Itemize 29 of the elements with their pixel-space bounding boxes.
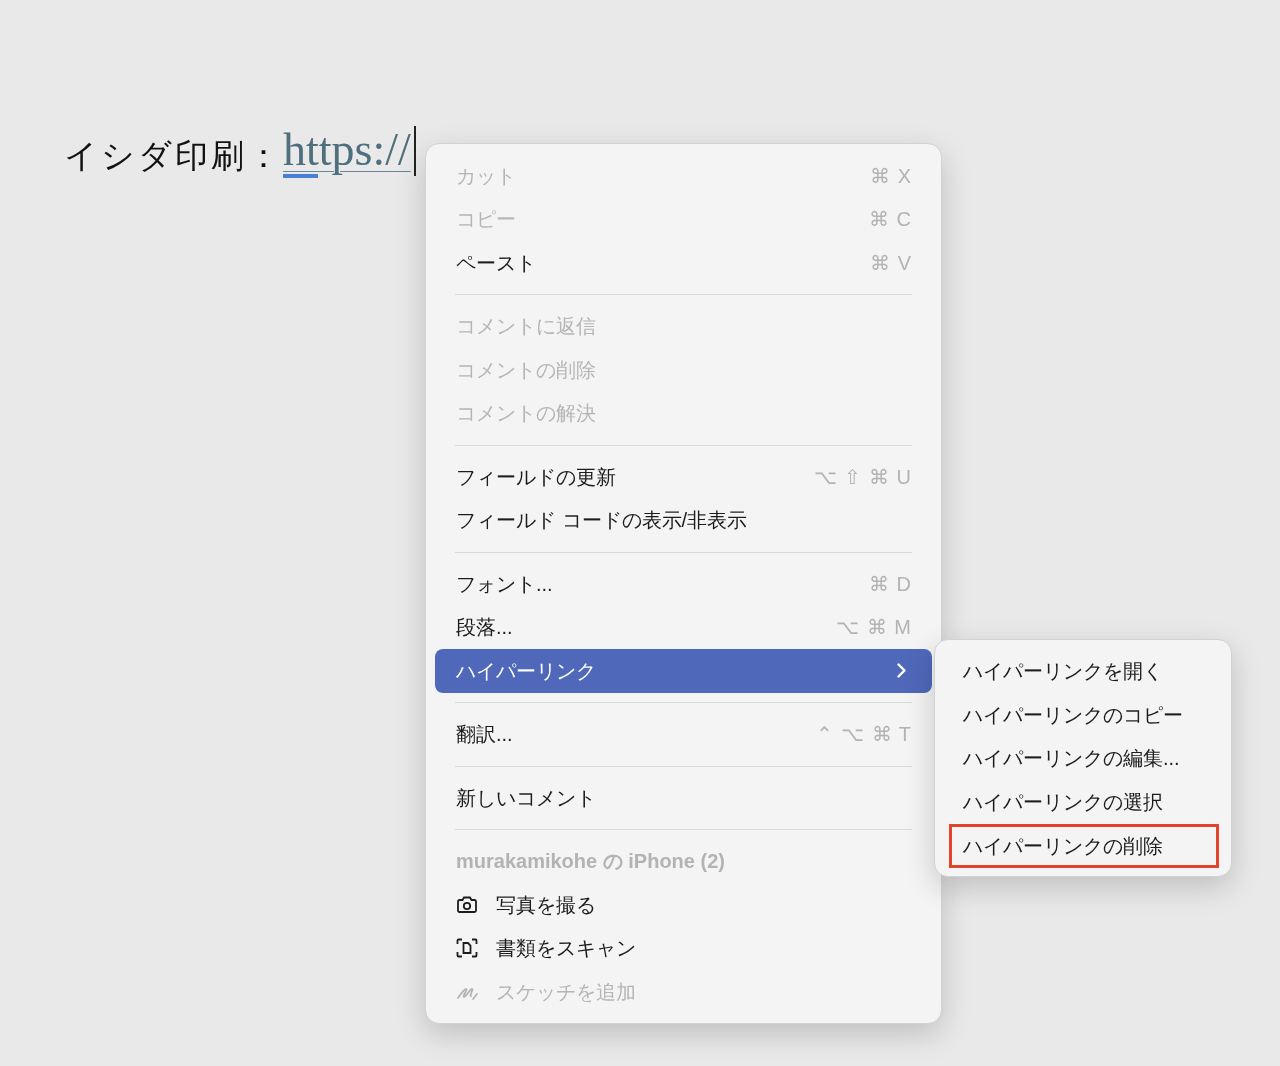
submenu-item[interactable]: ハイパーリンクの編集... [949, 736, 1219, 781]
menu-item[interactable]: 書類をスキャン [435, 926, 932, 970]
text-cursor [413, 126, 416, 176]
document-text: イシダ印刷： [64, 139, 283, 177]
section-header: murakamikohe の iPhone (2) [456, 849, 725, 875]
menu-item[interactable]: 翻訳... ⌃ ⌥ ⌘ T [435, 712, 932, 756]
hyperlink-text[interactable]: https:// [283, 127, 411, 173]
document-scan-icon [456, 938, 478, 959]
shortcut-text: ⌘ D [869, 571, 912, 597]
shortcut-text: ⌘ V [870, 250, 912, 276]
menu-item[interactable]: 段落... ⌥ ⌘ M [435, 605, 932, 649]
menu-item[interactable]: 写真を撮る [435, 883, 932, 927]
shortcut-text: ⌘ C [869, 207, 912, 233]
menu-item[interactable]: フォント... ⌘ D [435, 562, 932, 606]
menu-item[interactable]: 新しいコメント [435, 776, 932, 820]
submenu-item[interactable]: ハイパーリンクのコピー [949, 692, 1219, 737]
menu-item[interactable]: ペースト ⌘ V [435, 241, 932, 285]
shortcut-text: ⌘ X [870, 163, 912, 189]
shortcut-text: ⌥ ⌘ M [836, 615, 912, 641]
menu-item[interactable]: フィールド コードの表示/非表示 [435, 498, 932, 542]
shortcut-text: ⌥ ⇧ ⌘ U [813, 464, 912, 490]
menu-item[interactable]: フィールドの更新 ⌥ ⇧ ⌘ U [435, 455, 932, 499]
submenu-item[interactable]: ハイパーリンクを開く [949, 649, 1219, 693]
shortcut-text: ⌃ ⌥ ⌘ T [816, 722, 912, 748]
camera-icon [456, 895, 478, 914]
submenu-item[interactable]: ハイパーリンクの削除 [949, 824, 1219, 868]
submenu-item[interactable]: ハイパーリンクの選択 [949, 780, 1219, 824]
underline-icon [283, 174, 318, 178]
menu-item[interactable]: ハイパーリンク [435, 649, 932, 693]
